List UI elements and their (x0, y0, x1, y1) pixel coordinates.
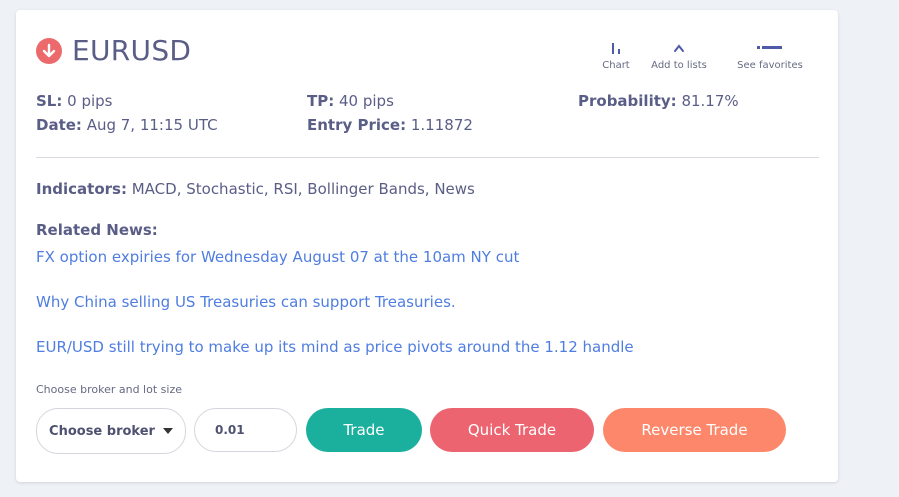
news-link[interactable]: EUR/USD still trying to make up its mind… (36, 338, 634, 356)
reverse-trade-button[interactable]: Reverse Trade (603, 408, 786, 452)
divider (36, 157, 819, 158)
quick-trade-button[interactable]: Quick Trade (430, 408, 594, 452)
probability-value: 81.17% (681, 92, 739, 110)
signal-card: EURUSD Chart Add to lists See favorites … (16, 10, 838, 482)
probability-label: Probability: (578, 92, 677, 110)
broker-lot-label: Choose broker and lot size (36, 383, 182, 396)
entry-price-value: 1.11872 (410, 116, 473, 134)
symbol-title: EURUSD (72, 34, 192, 67)
caret-up-icon (674, 44, 684, 52)
indicators-label: Indicators: (36, 180, 127, 198)
see-favorites-label: See favorites (737, 60, 803, 71)
indicators-value: MACD, Stochastic, RSI, Bollinger Bands, … (131, 180, 475, 198)
chart-icon (612, 43, 620, 54)
stop-loss: SL: 0 pips (36, 92, 113, 110)
indicators: Indicators: MACD, Stochastic, RSI, Bolli… (36, 180, 475, 198)
trade-button[interactable]: Trade (306, 408, 422, 452)
take-profit-value: 40 pips (339, 92, 394, 110)
arrow-down-circle-icon (36, 37, 62, 64)
add-to-lists-label: Add to lists (651, 60, 707, 71)
signal-header: EURUSD (36, 34, 191, 67)
entry-price-label: Entry Price: (307, 116, 407, 134)
signal-date: Date: Aug 7, 11:15 UTC (36, 116, 218, 134)
stop-loss-label: SL: (36, 92, 63, 110)
related-news-title: Related News: (36, 221, 158, 239)
take-profit-label: TP: (307, 92, 335, 110)
list-icon (757, 46, 782, 49)
probability: Probability: 81.17% (578, 92, 739, 110)
news-link[interactable]: FX option expiries for Wednesday August … (36, 248, 519, 266)
entry-price: Entry Price: 1.11872 (307, 116, 473, 134)
broker-select[interactable]: Choose broker (36, 408, 186, 454)
lot-size-input[interactable] (194, 408, 297, 452)
stop-loss-value: 0 pips (67, 92, 113, 110)
add-to-lists-action[interactable]: Add to lists (639, 24, 719, 71)
date-label: Date: (36, 116, 82, 134)
broker-select-value: Choose broker (49, 423, 155, 439)
date-value: Aug 7, 11:15 UTC (86, 116, 218, 134)
see-favorites-action[interactable]: See favorites (730, 24, 810, 71)
action-bar: Chart Add to lists See favorites (576, 24, 826, 74)
news-link[interactable]: Why China selling US Treasuries can supp… (36, 293, 456, 311)
caret-down-icon (162, 428, 173, 434)
take-profit: TP: 40 pips (307, 92, 394, 110)
